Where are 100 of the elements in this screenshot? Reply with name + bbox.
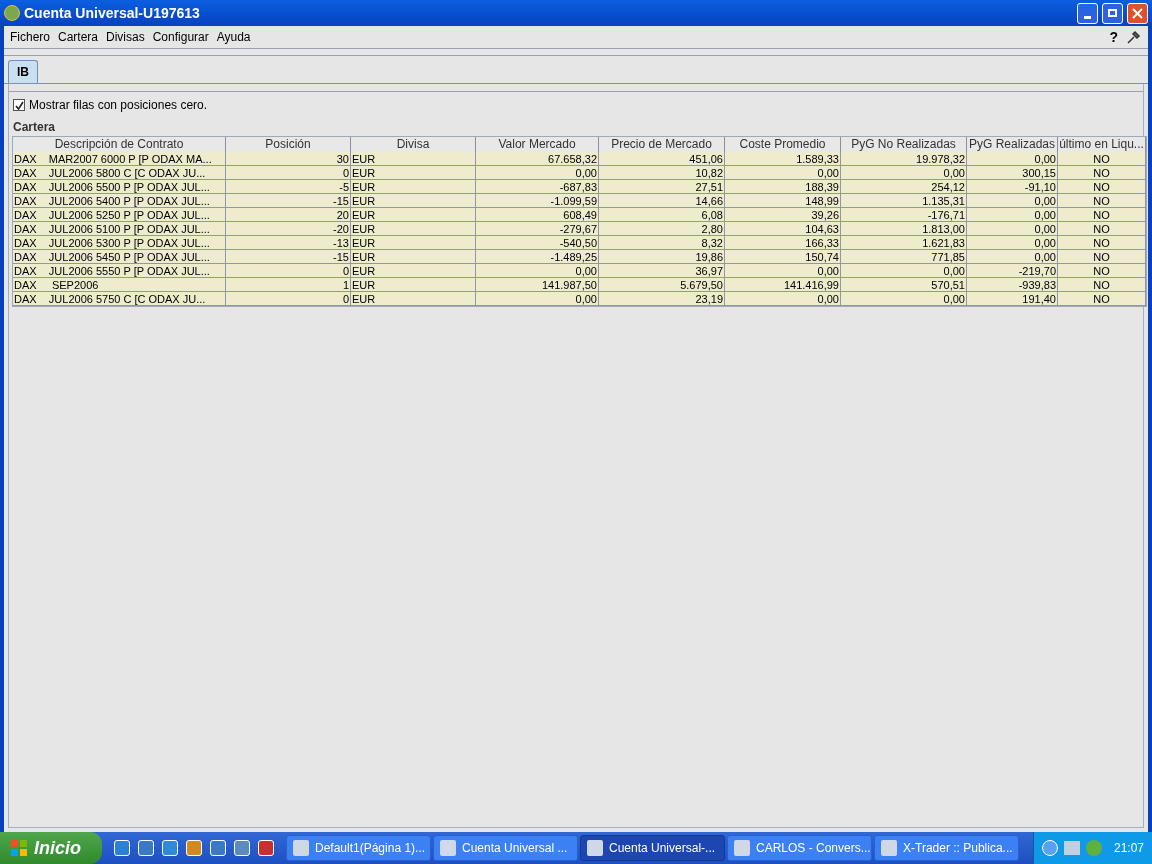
table-cell: 188,39 xyxy=(725,180,841,194)
table-cell: -219,70 xyxy=(967,264,1058,278)
table-cell: DAX JUL2006 5100 P [P ODAX JUL... xyxy=(13,222,226,236)
windows-logo-icon xyxy=(10,839,28,857)
table-cell: EUR xyxy=(351,236,476,250)
table-cell: 0,00 xyxy=(725,166,841,180)
table-cell: 39,26 xyxy=(725,208,841,222)
checkbox[interactable] xyxy=(13,99,25,111)
table-cell: 23,19 xyxy=(599,292,725,306)
table-cell: EUR xyxy=(351,292,476,306)
table-cell: 8,32 xyxy=(599,236,725,250)
app-icon xyxy=(587,840,603,856)
table-cell: 1.589,33 xyxy=(725,152,841,166)
window-title: Cuenta Universal-U197613 xyxy=(24,3,200,23)
table-cell: 0,00 xyxy=(967,222,1058,236)
table-cell: 141.416,99 xyxy=(725,278,841,292)
table-cell: 191,40 xyxy=(967,292,1058,306)
menu-item[interactable]: Configurar xyxy=(148,28,213,46)
table-cell: 150,74 xyxy=(725,250,841,264)
table-cell: NO xyxy=(1058,264,1146,278)
menu-item[interactable]: Cartera xyxy=(54,28,103,46)
minimize-button[interactable] xyxy=(1077,2,1098,24)
table-cell: -5 xyxy=(226,180,351,194)
table-cell: EUR xyxy=(351,264,476,278)
close-button[interactable] xyxy=(1127,2,1148,24)
table-cell: NO xyxy=(1058,222,1146,236)
restore-button[interactable] xyxy=(1102,2,1123,24)
quick-launch-icon[interactable] xyxy=(234,840,250,856)
table-cell: NO xyxy=(1058,208,1146,222)
table-cell: DAX JUL2006 5400 P [P ODAX JUL... xyxy=(13,194,226,208)
app-icon xyxy=(881,840,897,856)
table-cell: 27,51 xyxy=(599,180,725,194)
quick-launch-icon[interactable] xyxy=(210,840,226,856)
table-cell: NO xyxy=(1058,250,1146,264)
table-cell: 10,82 xyxy=(599,166,725,180)
menu-item[interactable]: Fichero xyxy=(6,28,54,46)
quick-launch-icon[interactable] xyxy=(114,840,130,856)
table-cell: 19,86 xyxy=(599,250,725,264)
column-header[interactable]: PyG Realizadas xyxy=(967,137,1058,152)
menu-item[interactable]: Ayuda xyxy=(212,28,255,46)
table-cell: EUR xyxy=(351,180,476,194)
table-cell: 148,99 xyxy=(725,194,841,208)
table-cell: -1.099,59 xyxy=(476,194,599,208)
table-cell: NO xyxy=(1058,194,1146,208)
table-cell: NO xyxy=(1058,166,1146,180)
table-cell: 1 xyxy=(226,278,351,292)
table-cell: DAX JUL2006 5500 P [P ODAX JUL... xyxy=(13,180,226,194)
table-cell: EUR xyxy=(351,152,476,166)
table-cell: EUR xyxy=(351,194,476,208)
table-cell: DAX JUL2006 5800 C [C ODAX JU... xyxy=(13,166,226,180)
table-cell: 254,12 xyxy=(841,180,967,194)
table-cell: -15 xyxy=(226,194,351,208)
table-cell: DAX JUL2006 5750 C [C ODAX JU... xyxy=(13,292,226,306)
close-icon xyxy=(1132,7,1143,19)
table-cell: 6,08 xyxy=(599,208,725,222)
table-cell: 14,66 xyxy=(599,194,725,208)
table-cell: 0,00 xyxy=(967,194,1058,208)
table-cell: 67.658,32 xyxy=(476,152,599,166)
table-cell: 0,00 xyxy=(725,264,841,278)
section-title: Cartera xyxy=(12,119,57,136)
table-cell: 0,00 xyxy=(841,292,967,306)
table-cell: 2,80 xyxy=(599,222,725,236)
table-cell: 141.987,50 xyxy=(476,278,599,292)
quick-launch-icon[interactable] xyxy=(162,840,178,856)
table-cell: -15 xyxy=(226,250,351,264)
taskbar-button[interactable]: X-Trader :: Publica... xyxy=(874,835,1019,861)
table-cell: EUR xyxy=(351,250,476,264)
taskbar-button[interactable]: Cuenta Universal-... xyxy=(580,835,725,861)
taskbar-button[interactable]: CARLOS - Convers... xyxy=(727,835,872,861)
table-cell: DAX MAR2007 6000 P [P ODAX MA... xyxy=(13,152,226,166)
help-button[interactable]: ? xyxy=(1109,26,1118,48)
table-cell: 300,15 xyxy=(967,166,1058,180)
table-cell: DAX JUL2006 5450 P [P ODAX JUL... xyxy=(13,250,226,264)
clock: 21:07 xyxy=(1113,840,1144,857)
table-cell: 0,00 xyxy=(476,292,599,306)
table-cell: 19.978,32 xyxy=(841,152,967,166)
taskbar-button[interactable]: Cuenta Universal ... xyxy=(433,835,578,861)
table-cell: 36,97 xyxy=(599,264,725,278)
table-cell: 0,00 xyxy=(725,292,841,306)
taskbar-button[interactable]: Default1(Página 1)... xyxy=(286,835,431,861)
start-button[interactable]: Inicio xyxy=(0,832,102,864)
table-cell: EUR xyxy=(351,278,476,292)
table-cell: 608,49 xyxy=(476,208,599,222)
table-cell: DAX JUL2006 5550 P [P ODAX JUL... xyxy=(13,264,226,278)
table-cell: -91,10 xyxy=(967,180,1058,194)
table-cell: -1.489,25 xyxy=(476,250,599,264)
quick-launch-icon[interactable] xyxy=(258,840,274,856)
table-cell: 451,06 xyxy=(599,152,725,166)
quick-launch-icon[interactable] xyxy=(186,840,202,856)
table-cell: 0,00 xyxy=(967,208,1058,222)
quick-launch-icon[interactable] xyxy=(138,840,154,856)
app-icon xyxy=(293,840,309,856)
checkbox-label: Mostrar filas con posiciones cero. xyxy=(29,97,208,114)
table-cell: 20 xyxy=(226,208,351,222)
table-cell: 0,00 xyxy=(841,264,967,278)
column-header[interactable]: último en Liqu... xyxy=(1058,137,1146,152)
table-cell: -20 xyxy=(226,222,351,236)
tab[interactable]: IB xyxy=(8,60,38,83)
table-cell: -939,83 xyxy=(967,278,1058,292)
menu-item[interactable]: Divisas xyxy=(102,28,149,46)
